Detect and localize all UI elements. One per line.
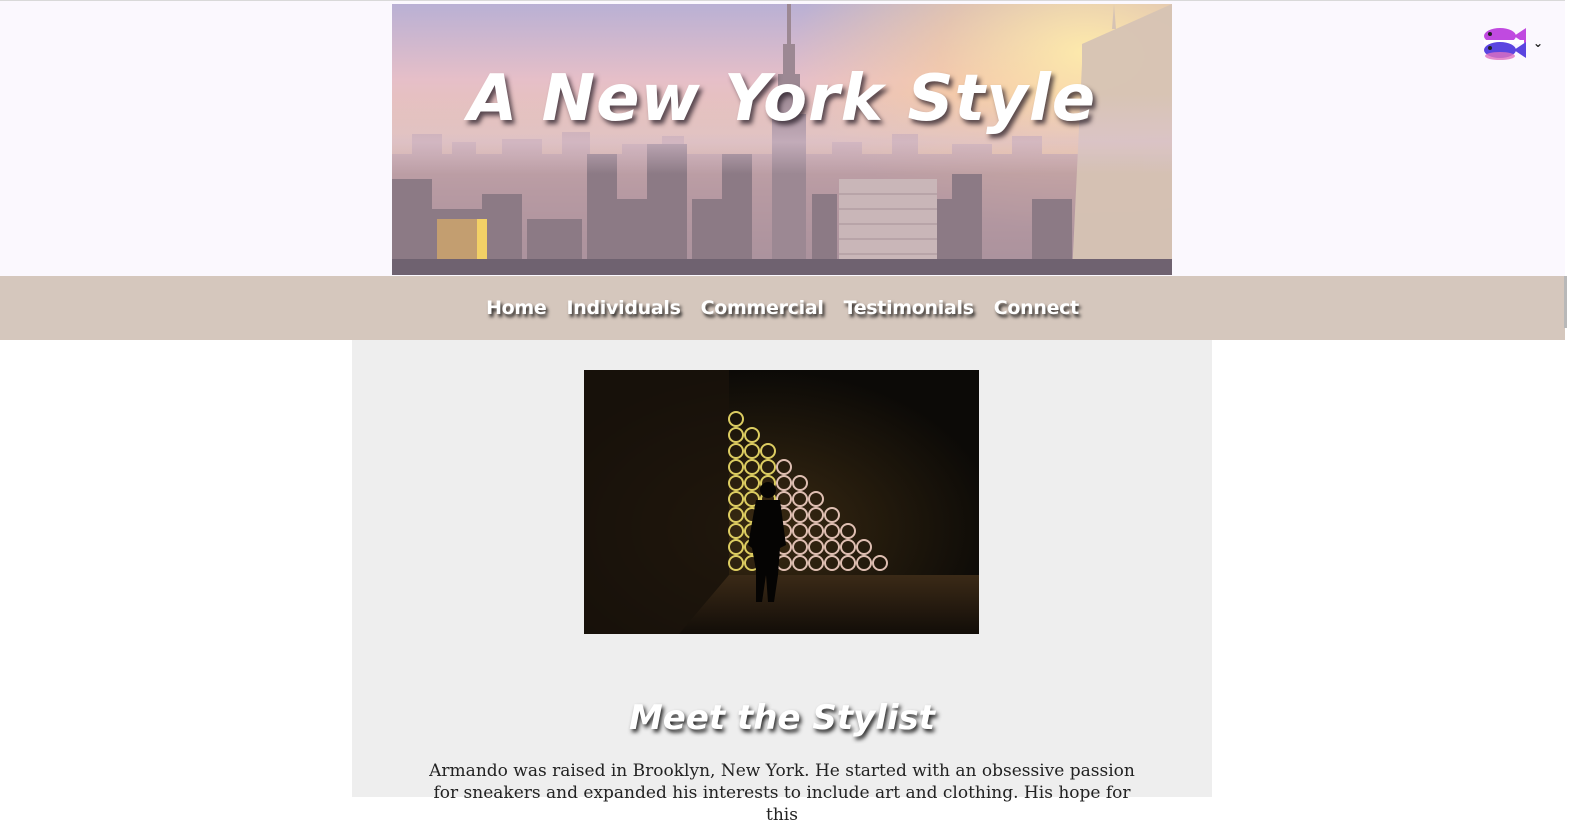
banner-image: A New York Style <box>392 4 1172 275</box>
nav-connect[interactable]: Connect <box>994 297 1079 319</box>
nav-individuals[interactable]: Individuals <box>567 297 681 319</box>
header-band: A New York Style ⌄ <box>0 0 1568 277</box>
scrollbar-track[interactable] <box>1565 0 1587 797</box>
site-title: A New York Style <box>467 62 1097 136</box>
nav-commercial[interactable]: Commercial <box>701 297 824 319</box>
stylist-bio: Armando was raised in Brooklyn, New York… <box>429 761 1135 825</box>
main-content: Meet the Stylist Armando was raised in B… <box>352 340 1212 825</box>
section-heading: Meet the Stylist <box>628 698 936 739</box>
main-nav: Home Individuals Commercial Testimonials… <box>0 276 1565 340</box>
nav-home[interactable]: Home <box>486 297 547 319</box>
stylist-feature-image <box>584 370 979 634</box>
chevron-down-icon: ⌄ <box>1533 36 1544 50</box>
scrollbar-thumb[interactable] <box>1564 276 1567 328</box>
nav-testimonials[interactable]: Testimonials <box>844 297 974 319</box>
fish-flag-icon <box>1484 28 1526 60</box>
language-switcher[interactable]: ⌄ <box>1478 21 1546 65</box>
